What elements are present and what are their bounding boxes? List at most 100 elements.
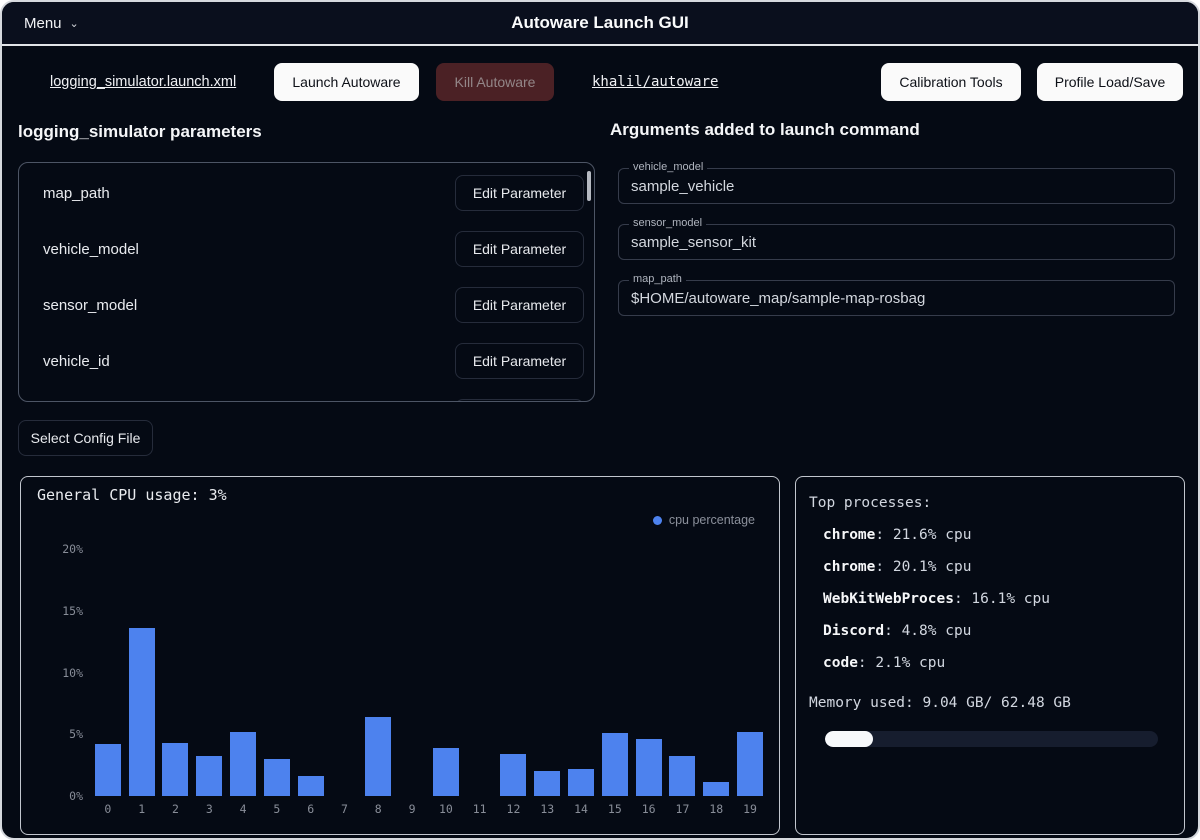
map-path-field: map_path <box>618 280 1175 316</box>
bar-slot <box>226 549 260 796</box>
process-item: code: 2.1% cpu <box>796 647 1184 679</box>
bar-slot <box>733 549 767 796</box>
cpu-bar <box>196 756 222 796</box>
cpu-bar <box>95 744 121 796</box>
parameters-panel: map_path Edit Parameter vehicle_model Ed… <box>18 162 595 402</box>
x-tick-label: 17 <box>666 802 700 816</box>
vehicle-model-field: vehicle_model <box>618 168 1175 204</box>
cpu-bar <box>230 732 256 796</box>
edit-parameter-button[interactable]: Edit Parameter <box>455 287 584 323</box>
x-tick-label: 15 <box>598 802 632 816</box>
edit-parameter-button[interactable]: Edit Parameter <box>455 175 584 211</box>
x-tick-label: 0 <box>91 802 125 816</box>
parameter-row: vehicle_model Edit Parameter <box>19 221 594 277</box>
bar-slot <box>598 549 632 796</box>
field-label: vehicle_model <box>629 161 707 173</box>
repo-link[interactable]: khalil/autoware <box>592 63 718 101</box>
bar-slot <box>91 549 125 796</box>
processes-heading: Top processes: <box>796 487 1184 519</box>
memory-fill <box>825 731 873 747</box>
vehicle-model-input[interactable] <box>619 169 1174 203</box>
process-item: chrome: 20.1% cpu <box>796 551 1184 583</box>
select-config-file-button[interactable]: Select Config File <box>18 420 153 456</box>
process-item: WebKitWebProces: 16.1% cpu <box>796 583 1184 615</box>
cpu-bar <box>602 733 628 796</box>
bar-slot <box>125 549 159 796</box>
menu-label: Menu <box>24 15 62 32</box>
edit-parameter-button[interactable]: Edit Parameter <box>455 399 584 402</box>
y-tick-label: 5% <box>69 727 83 741</box>
y-axis: 0%5%10%15%20% <box>21 549 83 796</box>
scrollbar-thumb[interactable] <box>587 171 591 201</box>
bar-slot <box>361 549 395 796</box>
bar-slot <box>159 549 193 796</box>
launch-autoware-button[interactable]: Launch Autoware <box>274 63 419 101</box>
bar-slot <box>294 549 328 796</box>
y-tick-label: 10% <box>62 666 83 680</box>
bar-slot <box>395 549 429 796</box>
cpu-bar <box>703 782 729 796</box>
cpu-bar <box>129 628 155 796</box>
app-window: Menu ⌄ Autoware Launch GUI logging_simul… <box>0 0 1200 840</box>
process-item: Discord: 4.8% cpu <box>796 615 1184 647</box>
bar-slot <box>192 549 226 796</box>
launch-file-link[interactable]: logging_simulator.launch.xml <box>50 63 236 101</box>
x-tick-label: 16 <box>632 802 666 816</box>
cpu-bars <box>91 549 767 796</box>
memory-progress-bar <box>825 731 1158 747</box>
x-tick-label: 2 <box>159 802 193 816</box>
profile-loadsave-button[interactable]: Profile Load/Save <box>1037 63 1183 101</box>
bar-slot <box>699 549 733 796</box>
x-tick-label: 7 <box>328 802 362 816</box>
x-tick-label: 18 <box>699 802 733 816</box>
y-tick-label: 0% <box>69 789 83 803</box>
cpu-bar <box>534 771 560 796</box>
bar-slot <box>429 549 463 796</box>
top-processes-panel: Top processes: chrome: 21.6% cpu chrome:… <box>795 476 1185 835</box>
x-tick-label: 19 <box>733 802 767 816</box>
kill-autoware-button[interactable]: Kill Autoware <box>436 63 554 101</box>
x-tick-label: 8 <box>361 802 395 816</box>
x-tick-label: 5 <box>260 802 294 816</box>
cpu-bar <box>636 739 662 796</box>
bar-slot <box>530 549 564 796</box>
legend-dot <box>653 516 662 525</box>
field-label: sensor_model <box>629 217 706 229</box>
edit-parameter-button[interactable]: Edit Parameter <box>455 343 584 379</box>
parameter-name: map_path <box>43 185 110 202</box>
x-tick-label: 11 <box>463 802 497 816</box>
x-tick-label: 14 <box>564 802 598 816</box>
parameter-name: sensor_model <box>43 297 137 314</box>
chart-title: General CPU usage: 3% <box>37 486 227 504</box>
bar-slot <box>632 549 666 796</box>
parameter-row-partial: Edit Parameter <box>19 389 594 402</box>
bar-slot <box>497 549 531 796</box>
cpu-bar <box>669 756 695 796</box>
cpu-bar <box>500 754 526 796</box>
field-label: map_path <box>629 273 686 285</box>
edit-parameter-button[interactable]: Edit Parameter <box>455 231 584 267</box>
y-tick-label: 20% <box>62 542 83 556</box>
cpu-bar <box>162 743 188 796</box>
app-title: Autoware Launch GUI <box>2 13 1198 33</box>
parameter-name: vehicle_model <box>43 241 139 258</box>
x-tick-label: 9 <box>395 802 429 816</box>
parameters-heading: logging_simulator parameters <box>18 122 262 142</box>
x-tick-label: 3 <box>192 802 226 816</box>
map-path-input[interactable] <box>619 281 1174 315</box>
chevron-down-icon: ⌄ <box>70 17 79 30</box>
sensor-model-field: sensor_model <box>618 224 1175 260</box>
bar-slot <box>564 549 598 796</box>
x-tick-label: 13 <box>530 802 564 816</box>
parameter-row: map_path Edit Parameter <box>19 165 594 221</box>
bar-slot <box>328 549 362 796</box>
x-tick-label: 1 <box>125 802 159 816</box>
bar-slot <box>260 549 294 796</box>
memory-used-label: Memory used: 9.04 GB/ 62.48 GB <box>796 687 1184 719</box>
cpu-bar <box>365 717 391 796</box>
calibration-tools-button[interactable]: Calibration Tools <box>881 63 1021 101</box>
x-tick-label: 12 <box>497 802 531 816</box>
sensor-model-input[interactable] <box>619 225 1174 259</box>
menu-dropdown[interactable]: Menu ⌄ <box>24 15 79 32</box>
parameter-name: vehicle_id <box>43 353 110 370</box>
